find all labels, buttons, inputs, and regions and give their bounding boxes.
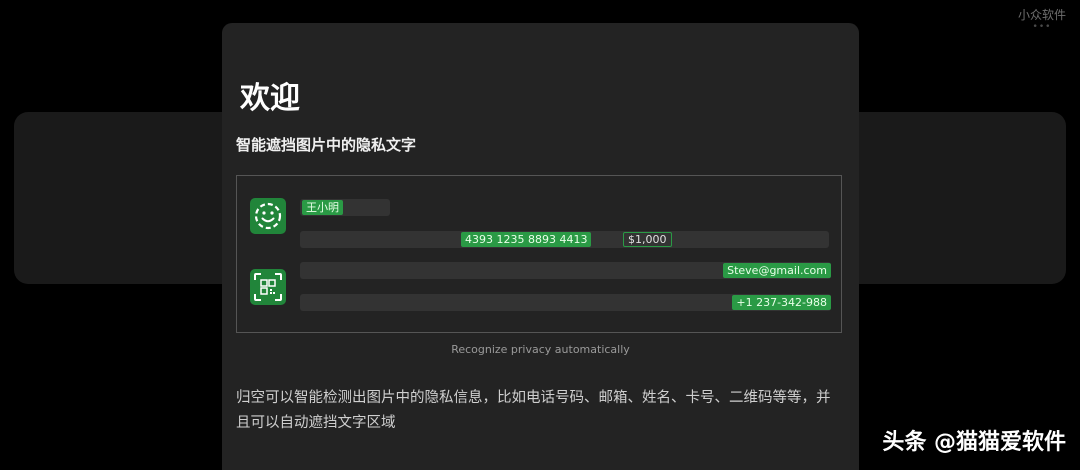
watermark-top: 小众软件 ••• bbox=[1017, 6, 1066, 32]
face-detect-badge bbox=[250, 198, 286, 234]
phone-mask: +1 237-342-988 bbox=[732, 295, 831, 310]
dialog-subtitle: 智能遮挡图片中的隐私文字 bbox=[236, 136, 417, 154]
watermark-bottom: 头条 @猫猫爱软件 bbox=[882, 430, 1066, 455]
feature-description: 归空可以智能检测出图片中的隐私信息，比如电话号码、邮箱、姓名、卡号、二维码等等，… bbox=[236, 390, 831, 431]
privacy-demo-illustration: 王小明 4393 1235 8893 4413 $1,000 Steve@gma… bbox=[236, 175, 842, 333]
illustration-caption: Recognize privacy automatically bbox=[451, 343, 630, 356]
name-mask: 王小明 bbox=[302, 200, 343, 215]
card-line: 4393 1235 8893 4413 $1,000 bbox=[300, 231, 829, 248]
name-line: 王小明 bbox=[300, 199, 390, 216]
email-line: Steve@gmail.com bbox=[300, 262, 831, 279]
dialog-title: 欢迎 bbox=[240, 81, 300, 116]
phone-line: +1 237-342-988 bbox=[300, 294, 831, 311]
welcome-dialog: 欢迎 智能遮挡图片中的隐私文字 王小明 4393 1235 8893 4413 … bbox=[222, 23, 859, 470]
qr-code-icon bbox=[254, 273, 282, 301]
watermark-top-dots: ••• bbox=[1032, 22, 1052, 32]
email-mask: Steve@gmail.com bbox=[723, 263, 831, 278]
watermark-top-text: 小众软件 bbox=[1017, 8, 1066, 22]
smiley-face-icon bbox=[254, 202, 282, 230]
qr-detect-badge bbox=[250, 269, 286, 305]
card-number-mask: 4393 1235 8893 4413 bbox=[461, 232, 592, 247]
screen: 小众软件 ••• 欢迎 智能遮挡图片中的隐私文字 王小明 4393 1235 8… bbox=[0, 0, 1080, 470]
amount-highlight: $1,000 bbox=[623, 232, 672, 247]
